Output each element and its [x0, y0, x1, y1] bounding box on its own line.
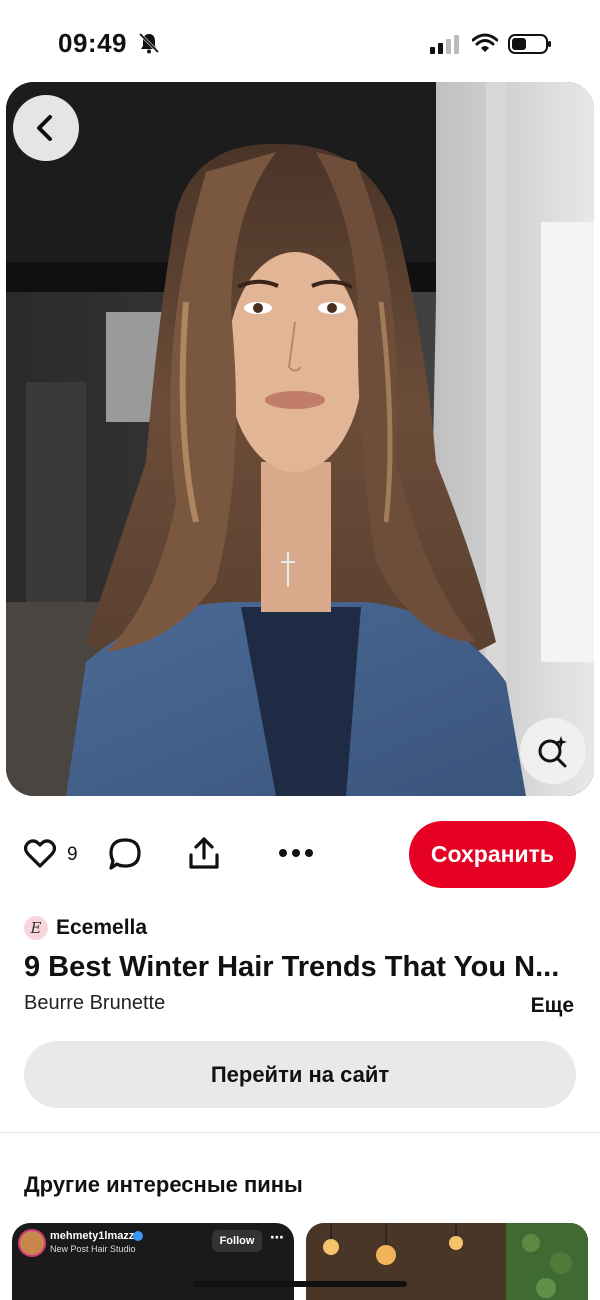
- heart-icon[interactable]: [24, 839, 56, 869]
- pin-subtitle: Beurre Brunette: [24, 992, 166, 1014]
- save-button[interactable]: Сохранить: [409, 821, 576, 888]
- pin-user-name: mehmety1lmazz: [50, 1230, 135, 1242]
- bell-slash-icon: [138, 32, 160, 54]
- chevron-left-icon: [37, 115, 52, 141]
- avatar: [18, 1229, 46, 1257]
- status-bar: 09:49: [0, 0, 600, 82]
- comment-icon[interactable]: [108, 837, 142, 871]
- show-more-link[interactable]: Еще: [531, 994, 574, 1018]
- share-icon[interactable]: [188, 836, 220, 870]
- related-pins-title: Другие интересные пины: [24, 1172, 303, 1197]
- more-options-icon[interactable]: ⋯: [270, 1229, 284, 1246]
- pin-user-subtitle: New Post Hair Studio: [50, 1244, 136, 1254]
- wifi-icon: [472, 33, 498, 52]
- author-avatar[interactable]: E: [24, 916, 48, 940]
- pin-action-bar: 9 Сохранить: [0, 820, 600, 888]
- salon-interior: [306, 1223, 588, 1300]
- status-time: 09:49: [58, 28, 127, 58]
- like-count: 9: [67, 844, 78, 865]
- visual-search-button[interactable]: [520, 718, 586, 784]
- pin-image[interactable]: [6, 82, 594, 796]
- related-pin[interactable]: [306, 1223, 588, 1300]
- pin-title: 9 Best Winter Hair Trends That You N...: [24, 951, 560, 983]
- more-options-icon[interactable]: [278, 846, 314, 860]
- follow-button[interactable]: Follow: [212, 1230, 262, 1252]
- verified-icon: [133, 1231, 143, 1241]
- author-row[interactable]: E Ecemella: [24, 914, 147, 942]
- signal-icon: [430, 35, 459, 54]
- battery-icon: [508, 34, 551, 54]
- pin-photo: [6, 82, 594, 796]
- related-pin[interactable]: mehmety1lmazz New Post Hair Studio Follo…: [12, 1223, 294, 1300]
- back-button[interactable]: [13, 95, 79, 161]
- divider: [0, 1132, 600, 1133]
- visit-site-button[interactable]: Перейти на сайт: [24, 1041, 576, 1108]
- home-indicator[interactable]: [193, 1281, 407, 1287]
- lens-search-icon: [538, 736, 567, 768]
- author-name[interactable]: Ecemella: [56, 916, 147, 940]
